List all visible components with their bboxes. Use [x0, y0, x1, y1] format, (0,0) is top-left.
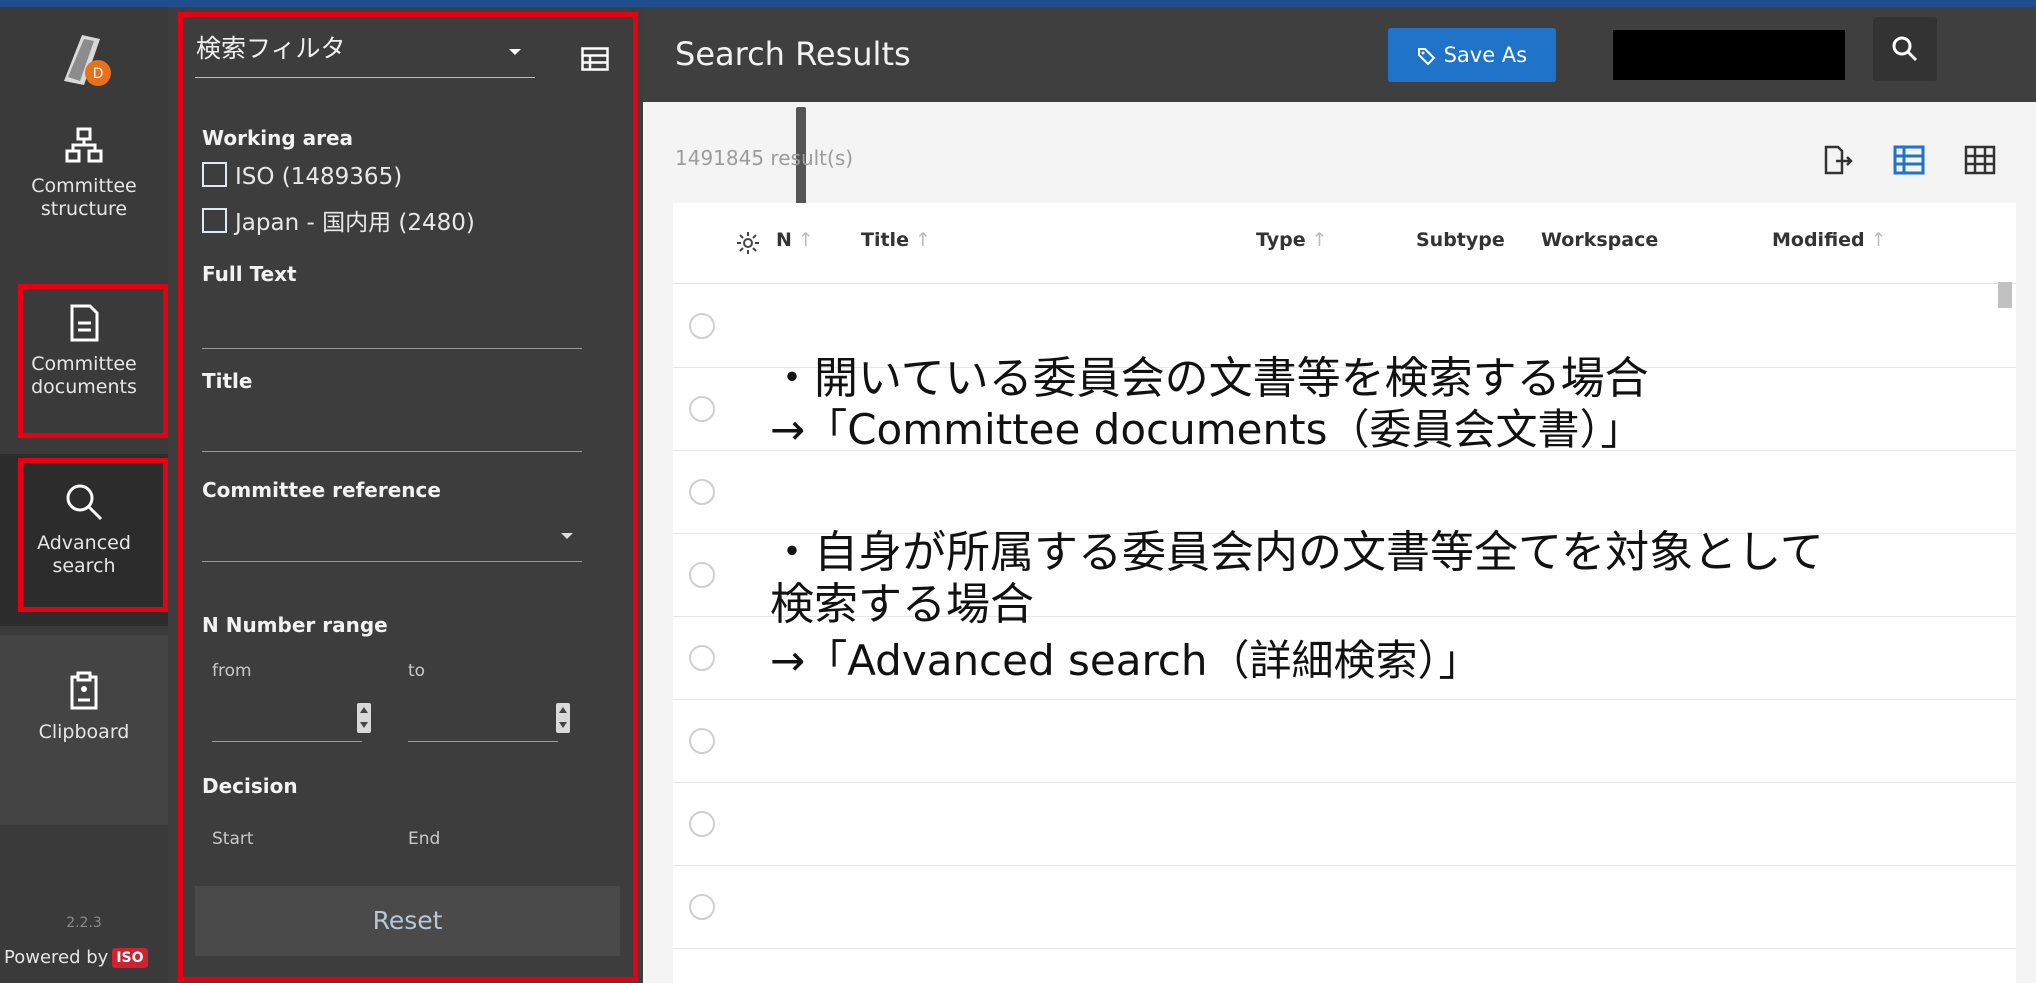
highlight-committee-documents [18, 284, 168, 438]
table-header: N ↑ Title ↑ Type ↑ Subtype Workspace Modifi… [673, 203, 2016, 284]
row-select-radio[interactable] [689, 396, 715, 422]
sort-arrow-icon: ↑ [1870, 229, 1887, 251]
sort-arrow-icon: ↑ [797, 229, 814, 251]
search-button[interactable] [1873, 17, 1937, 81]
column-type[interactable]: Type ↑ [1256, 229, 1328, 251]
table-row[interactable] [673, 782, 2016, 866]
row-select-radio[interactable] [689, 645, 715, 671]
rail-label-line1: Clipboard [38, 721, 130, 743]
row-select-radio[interactable] [689, 728, 715, 754]
sort-arrow-icon: ↑ [1311, 229, 1328, 251]
results-scrollbar[interactable] [1998, 282, 2012, 308]
iso-logo-icon: ISO [112, 948, 148, 968]
export-icon[interactable] [1822, 144, 1854, 176]
annotation-line-5: →「Advanced search（詳細検索）」 [770, 636, 1481, 685]
rail-label-line1: Committee [31, 175, 137, 197]
top-accent-strip [0, 0, 2036, 7]
row-select-radio[interactable] [689, 313, 715, 339]
table-row[interactable] [673, 699, 2016, 783]
row-select-radio[interactable] [689, 811, 715, 837]
column-title-label: Title [861, 229, 909, 251]
search-icon [1892, 36, 1918, 62]
grid-view-icon[interactable] [1964, 145, 1996, 175]
column-n[interactable]: N ↑ [776, 229, 814, 251]
app-logo-icon: D [64, 35, 111, 86]
sort-arrow-icon: ↑ [914, 229, 931, 251]
annotation-line-3: ・自身が所属する委員会内の文書等全てを対象として [770, 527, 1824, 578]
annotation-line-2: →「Committee documents（委員会文書）」 [770, 405, 1643, 454]
search-input[interactable] [1613, 30, 1845, 80]
rail-label-line2: structure [40, 198, 128, 220]
clipboard-icon [70, 671, 98, 710]
column-n-label: N [776, 229, 792, 251]
table-row[interactable] [673, 450, 2016, 534]
column-title[interactable]: Title ↑ [861, 229, 931, 251]
gear-icon[interactable] [736, 231, 760, 255]
column-modified-label: Modified [1772, 229, 1865, 251]
highlight-advanced-search [18, 458, 168, 612]
row-select-radio[interactable] [689, 479, 715, 505]
annotation-line-1: ・開いている委員会の文書等を検索する場合 [770, 353, 1649, 404]
column-type-label: Type [1256, 229, 1306, 251]
column-workspace[interactable]: Workspace [1541, 229, 1658, 251]
save-as-button[interactable]: Save As [1388, 28, 1556, 82]
results-header: Search Results Save As [643, 7, 2036, 102]
list-view-icon[interactable] [1893, 145, 1925, 175]
column-subtype[interactable]: Subtype [1416, 229, 1505, 251]
table-row[interactable] [673, 865, 2016, 949]
rail-item-committee-structure[interactable]: Committee structure [0, 125, 168, 221]
annotation-line-4: 検索する場合 [770, 579, 1034, 630]
svg-text:D: D [93, 66, 104, 82]
powered-by-text: Powered by [4, 947, 109, 968]
hierarchy-icon [65, 127, 103, 163]
results-count: 1491845 result(s) [675, 146, 854, 170]
page-title: Search Results [675, 35, 911, 73]
column-modified[interactable]: Modified ↑ [1772, 229, 1887, 251]
row-select-radio[interactable] [689, 894, 715, 920]
highlight-filter-panel [178, 12, 638, 982]
row-select-radio[interactable] [689, 562, 715, 588]
powered-by: Powered by ISO [4, 947, 148, 968]
version-text: 2.2.3 [66, 915, 102, 931]
save-as-label: Save As [1443, 43, 1528, 67]
save-tag-icon [1417, 48, 1436, 66]
rail-item-clipboard[interactable]: Clipboard [0, 635, 168, 825]
